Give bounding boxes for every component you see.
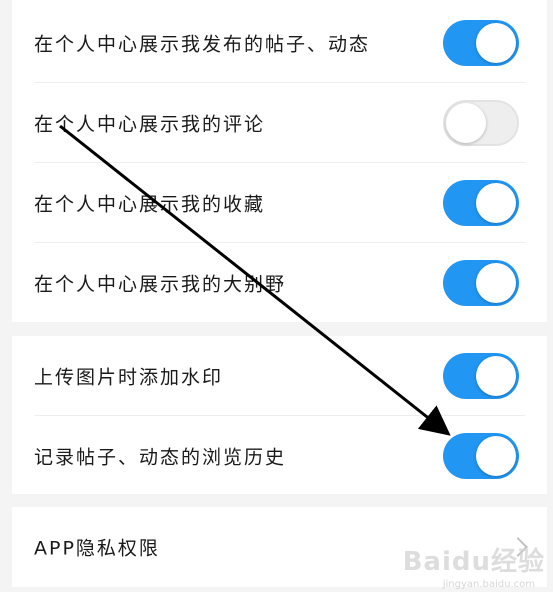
toggle-switch[interactable] — [443, 433, 519, 479]
watermark-url: jingyan.baidu.com — [442, 579, 535, 590]
setting-row-show-comments[interactable]: 在个人中心展示我的评论 — [34, 83, 525, 163]
setting-label: 在个人中心展示我的收藏 — [34, 193, 266, 216]
toggle-switch[interactable] — [443, 100, 519, 146]
setting-label: 在个人中心展示我发布的帖子、动态 — [34, 33, 371, 56]
toggle-knob — [476, 263, 516, 303]
setting-row-show-favorites[interactable]: 在个人中心展示我的收藏 — [34, 163, 525, 243]
watermark-logo: Baidu经验 — [402, 547, 545, 577]
toggle-knob — [446, 103, 486, 143]
setting-label: 上传图片时添加水印 — [34, 366, 224, 389]
toggle-knob — [476, 356, 516, 396]
toggle-knob — [476, 183, 516, 223]
setting-row-watermark[interactable]: 上传图片时添加水印 — [34, 336, 525, 416]
toggle-knob — [476, 436, 516, 476]
setting-row-browse-history[interactable]: 记录帖子、动态的浏览历史 — [34, 416, 525, 496]
privacy-display-section: 在个人中心展示我发布的帖子、动态 在个人中心展示我的评论 在个人中心展示我的收藏… — [12, 0, 547, 322]
toggle-switch[interactable] — [443, 180, 519, 226]
upload-history-section: 上传图片时添加水印 记录帖子、动态的浏览历史 — [12, 336, 547, 494]
setting-label: 在个人中心展示我的评论 — [34, 113, 266, 136]
toggle-switch[interactable] — [443, 353, 519, 399]
setting-label: APP隐私权限 — [34, 537, 160, 560]
toggle-switch[interactable] — [443, 260, 519, 306]
toggle-knob — [476, 23, 516, 63]
setting-label: 记录帖子、动态的浏览历史 — [34, 446, 287, 469]
setting-label: 在个人中心展示我的大别野 — [34, 273, 287, 296]
toggle-switch[interactable] — [443, 20, 519, 66]
setting-row-show-posts[interactable]: 在个人中心展示我发布的帖子、动态 — [34, 3, 525, 83]
setting-row-show-villa[interactable]: 在个人中心展示我的大别野 — [34, 243, 525, 323]
